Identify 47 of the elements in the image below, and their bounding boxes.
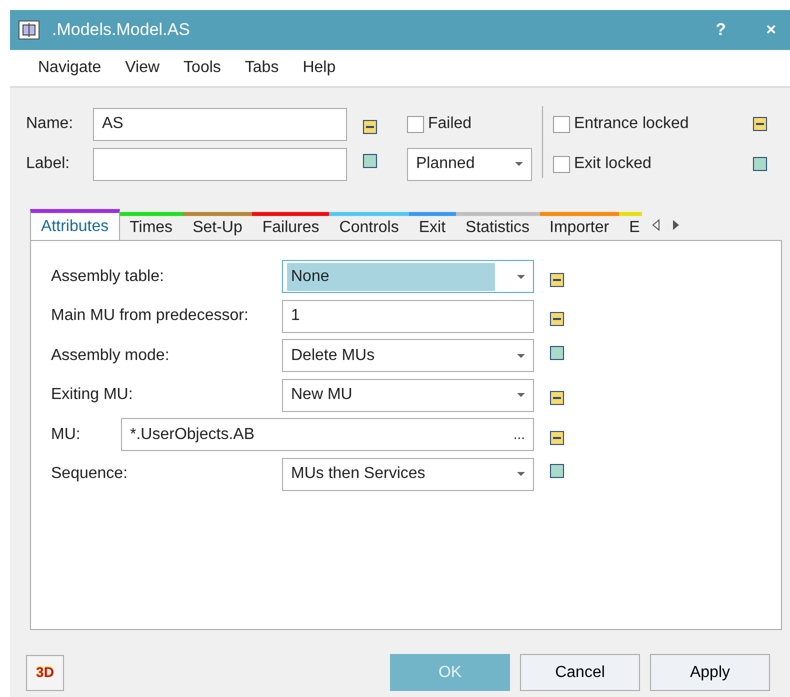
failed-checkbox[interactable]: Failed xyxy=(407,112,472,136)
inheritance-icon[interactable] xyxy=(550,430,564,445)
inheritance-icon[interactable] xyxy=(550,464,564,478)
lock-checkbox[interactable]: Entrance locked xyxy=(553,112,753,136)
app-icon xyxy=(18,20,40,40)
dropdown-caret-icon xyxy=(517,354,525,358)
inheritance-icon[interactable] xyxy=(363,120,377,134)
text-field[interactable]: 1 xyxy=(282,300,534,333)
inheritance-icon[interactable] xyxy=(550,272,564,287)
dialog-button[interactable]: Cancel xyxy=(520,654,640,691)
dropdown-field[interactable]: New MU xyxy=(282,378,534,412)
inheritance-icon[interactable] xyxy=(550,391,564,406)
field-label: Sequence: xyxy=(51,464,128,484)
inheritance-icon[interactable] xyxy=(363,154,377,168)
scroll-left-icon[interactable] xyxy=(650,218,662,232)
inheritance-icon[interactable] xyxy=(550,346,564,360)
field-label: Assembly mode: xyxy=(51,346,170,366)
dropdown-caret-icon xyxy=(515,162,523,166)
field-label: Assembly table: xyxy=(51,266,164,287)
inheritance-icon[interactable] xyxy=(753,157,767,171)
three-d-button[interactable]: 3D xyxy=(26,654,64,690)
field-label: MU: xyxy=(51,424,80,445)
inheritance-icon[interactable] xyxy=(550,312,564,326)
text-field[interactable] xyxy=(93,148,347,180)
status-dropdown[interactable]: Planned xyxy=(407,148,532,180)
menu-item[interactable]: Help xyxy=(290,52,348,84)
dropdown-caret-icon xyxy=(517,472,525,476)
text-field[interactable]: AS xyxy=(93,108,347,140)
menu-item[interactable]: Tabs xyxy=(232,52,291,84)
dropdown-field[interactable]: Delete MUs xyxy=(282,339,534,372)
tab[interactable]: Attributes xyxy=(30,209,120,240)
field-label: Exiting MU: xyxy=(51,385,133,406)
lock-checkbox[interactable]: Exit locked xyxy=(553,152,753,176)
dialog-button[interactable]: Apply xyxy=(650,654,770,691)
menu-item[interactable]: Navigate xyxy=(26,52,114,84)
field-label: Main MU from predecessor: xyxy=(51,306,248,326)
dropdown-caret-icon xyxy=(517,393,525,398)
dropdown-caret-icon xyxy=(517,274,525,279)
menu-item[interactable]: Tools xyxy=(172,52,233,84)
field-label: Name: xyxy=(26,114,74,134)
menu-item[interactable]: View xyxy=(113,52,172,84)
dropdown-field[interactable]: MUs then Services xyxy=(282,458,534,491)
browse-field[interactable]: *.UserObjects.AB ... xyxy=(121,418,534,452)
inheritance-icon[interactable] xyxy=(753,117,767,131)
field-label: Label: xyxy=(26,154,71,174)
dropdown-field[interactable]: None xyxy=(282,260,534,294)
window-title: .Models.Model.AS xyxy=(52,19,191,42)
